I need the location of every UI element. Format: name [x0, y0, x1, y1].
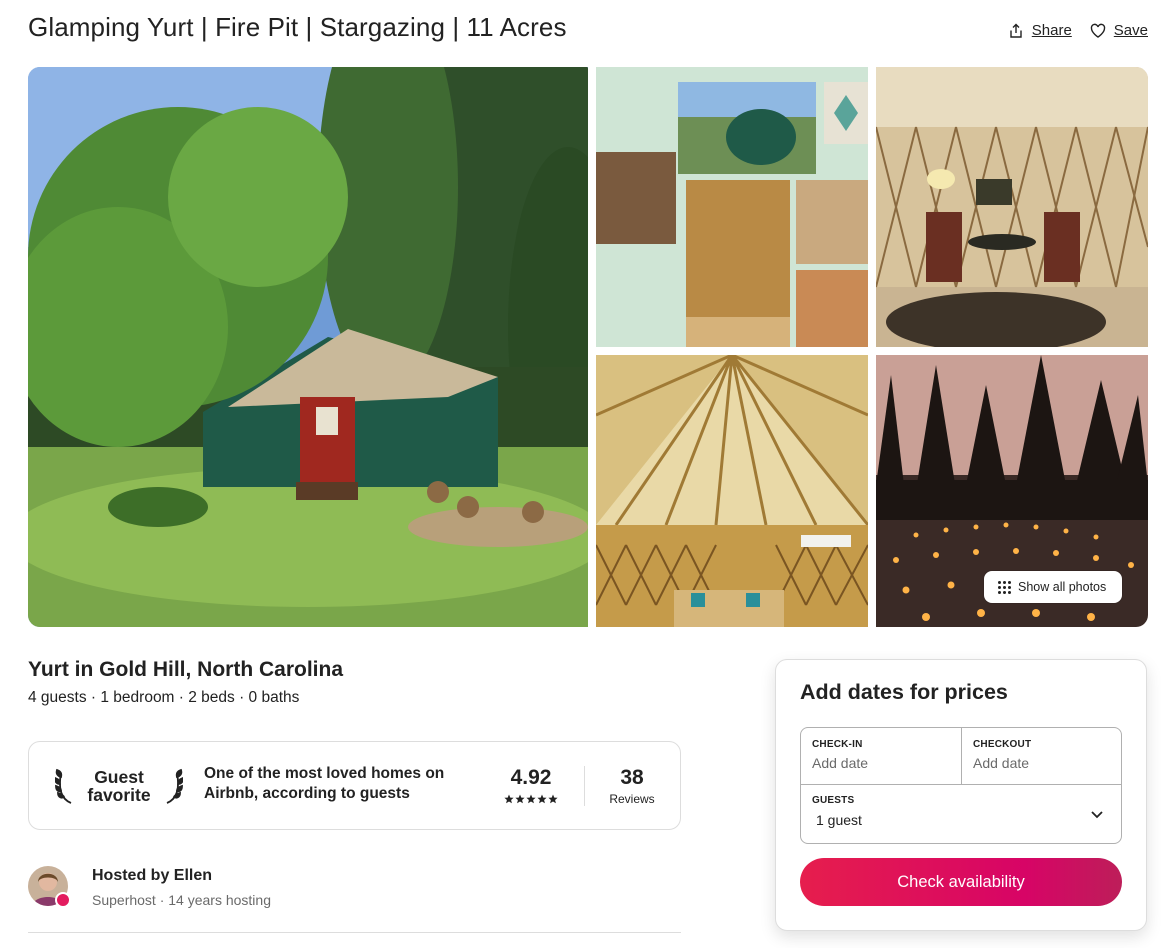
guest-favorite-text: Guest favorite [87, 768, 150, 804]
host-section: Hosted by Ellen Superhost · 14 years hos… [28, 866, 681, 933]
rating-stars [499, 794, 563, 804]
checkout-label: CHECKOUT [973, 739, 1032, 750]
photo-gallery: Show all photos [28, 67, 1148, 627]
checkin-field[interactable]: CHECK-IN Add date [812, 739, 868, 771]
check-availability-button[interactable]: Check availability [800, 858, 1122, 906]
guest-favorite-line1: Guest [94, 767, 144, 787]
star-icon [515, 794, 525, 804]
save-button[interactable]: Save [1090, 22, 1148, 39]
collage-photo[interactable] [596, 67, 868, 347]
laurel-right-icon [166, 768, 183, 804]
rating-summary: 4.92 [499, 766, 563, 804]
save-label: Save [1113, 22, 1148, 39]
chevron-down-icon[interactable] [1089, 806, 1105, 822]
booking-title: Add dates for prices [800, 680, 1008, 704]
listing-subtitle: Yurt in Gold Hill, North Carolina [28, 658, 344, 681]
guest-favorite-line2: favorite [87, 785, 151, 805]
checkout-value: Add date [973, 755, 1030, 771]
divider [961, 728, 962, 784]
star-icon [548, 794, 558, 804]
star-icon [504, 794, 514, 804]
reviews-label: Reviews [609, 792, 655, 806]
divider [801, 784, 1121, 785]
yurt-exterior-photo[interactable] [28, 67, 588, 627]
booking-card: Add dates for prices CHECK-IN Add date C… [775, 659, 1147, 931]
host-name: Hosted by Ellen [92, 867, 213, 884]
reviews-summary[interactable]: 38 Reviews [603, 766, 661, 806]
show-all-photos-button[interactable]: Show all photos [984, 571, 1123, 603]
guests-field[interactable]: GUESTS 1 guest [812, 795, 862, 828]
checkout-field[interactable]: CHECKOUT Add date [973, 739, 1031, 771]
star-icon [526, 794, 536, 804]
guest-favorite-badge: Guest favorite [55, 764, 183, 808]
heart-icon [1090, 23, 1105, 38]
host-meta: Superhost · 14 years hosting [92, 892, 271, 908]
grid-icon [998, 580, 1011, 594]
review-count: 38 [620, 766, 644, 789]
checkin-value: Add date [812, 755, 869, 771]
yurt-ceiling-photo[interactable] [596, 355, 868, 627]
laurel-left-icon [55, 768, 72, 804]
rating-value: 4.92 [510, 766, 552, 789]
listing-facts: 4 guests · 1 bedroom · 2 beds · 0 baths [28, 689, 300, 706]
guests-value: 1 guest [816, 812, 862, 828]
listing-actions: Share Save [1008, 22, 1148, 39]
date-guest-picker: CHECK-IN Add date CHECKOUT Add date GUES… [800, 727, 1122, 844]
show-all-photos-label: Show all photos [1018, 580, 1107, 594]
checkin-label: CHECK-IN [812, 739, 863, 750]
listing-title: Glamping Yurt | Fire Pit | Stargazing | … [28, 12, 567, 42]
superhost-badge [55, 892, 71, 908]
divider [584, 766, 585, 806]
guest-favorite-card[interactable]: Guest favorite One of the most loved hom… [28, 741, 681, 830]
share-button[interactable]: Share [1008, 22, 1072, 39]
share-icon [1010, 23, 1022, 38]
guest-favorite-description: One of the most loved homes on Airbnb, a… [204, 765, 445, 802]
interior-seating-photo[interactable] [876, 67, 1148, 347]
share-label: Share [1031, 22, 1072, 39]
star-icon [537, 794, 547, 804]
guests-label: GUESTS [812, 795, 855, 806]
